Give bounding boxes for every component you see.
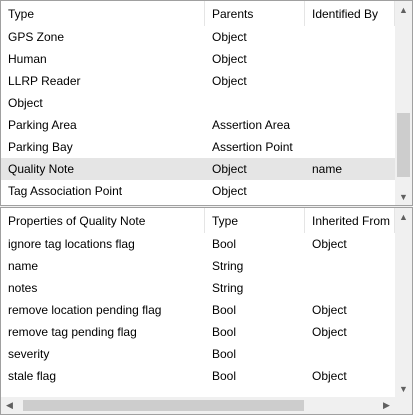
table-row[interactable]: Tag Association Point Object: [1, 180, 395, 202]
table-row[interactable]: remove tag pending flag Bool Object: [1, 321, 395, 343]
table-row[interactable]: Parking Area Assertion Area: [1, 114, 395, 136]
table-row[interactable]: severity Bool: [1, 343, 395, 365]
property-cell: severity: [8, 347, 50, 361]
table-row[interactable]: stale flag Bool Object: [1, 365, 395, 387]
column-header-type[interactable]: Type: [1, 1, 205, 26]
type-cell: String: [212, 281, 244, 295]
column-header-type[interactable]: Type: [205, 208, 305, 233]
identified-by-cell: [305, 92, 395, 114]
table-row[interactable]: ignore tag locations flag Bool Object: [1, 233, 395, 255]
type-cell: LLRP Reader: [8, 74, 81, 88]
types-scroll-thumb[interactable]: [397, 113, 410, 177]
properties-horizontal-scrollbar[interactable]: ◀ ▶: [1, 397, 395, 414]
inherited-from-cell: [305, 277, 395, 299]
types-vertical-scrollbar[interactable]: ▲ ▼: [395, 1, 412, 205]
column-header-identified-by[interactable]: Identified By: [305, 1, 395, 26]
types-table: Type Parents Identified By GPS Zone Objec…: [0, 0, 413, 206]
property-cell: remove location pending flag: [8, 303, 162, 317]
types-table-rows: GPS Zone Object Human Object LLRP Reader Obje…: [1, 26, 395, 202]
property-cell: stale flag: [8, 369, 57, 383]
column-header-inherited-from[interactable]: Inherited From: [305, 208, 395, 233]
property-cell: remove tag pending flag: [8, 325, 137, 339]
properties-vertical-scrollbar[interactable]: ▲ ▼: [395, 208, 412, 397]
type-cell: Bool: [212, 303, 237, 317]
properties-hscroll-thumb[interactable]: [23, 400, 304, 411]
property-cell: ignore tag locations flag: [8, 237, 135, 251]
column-header-properties[interactable]: Properties of Quality Note: [1, 208, 205, 233]
identified-by-cell: [305, 48, 395, 70]
properties-table-rows: ignore tag locations flag Bool Object name S…: [1, 233, 395, 387]
inherited-from-cell: Object: [312, 369, 347, 383]
parents-cell: Assertion Area: [212, 118, 291, 132]
type-cell: Bool: [212, 237, 237, 251]
inherited-from-cell: [305, 255, 395, 277]
scroll-up-icon[interactable]: ▲: [395, 208, 412, 225]
inherited-from-cell: [305, 343, 395, 365]
scrollbar-corner: [395, 397, 412, 414]
parents-cell: Object: [212, 74, 247, 88]
scroll-right-icon[interactable]: ▶: [378, 397, 395, 414]
type-cell: Bool: [212, 369, 237, 383]
type-cell: Tag Association Point: [8, 184, 123, 198]
scroll-up-icon[interactable]: ▲: [395, 1, 412, 18]
properties-table: Properties of Quality Note Type Inherite…: [0, 207, 413, 415]
column-header-parents[interactable]: Parents: [205, 1, 305, 26]
inherited-from-cell: Object: [312, 325, 347, 339]
property-cell: name: [8, 259, 39, 273]
type-cell: Quality Note: [8, 162, 75, 176]
property-cell: notes: [8, 281, 38, 295]
types-table-header: Type Parents Identified By: [1, 1, 395, 26]
table-row[interactable]: Parking Bay Assertion Point: [1, 136, 395, 158]
table-row[interactable]: Object: [1, 92, 395, 114]
parents-cell: Object: [212, 52, 247, 66]
table-row[interactable]: notes String: [1, 277, 395, 299]
inherited-from-cell: Object: [312, 237, 347, 251]
type-cell: Object: [8, 96, 43, 110]
scroll-down-icon[interactable]: ▼: [395, 188, 412, 205]
type-cell: Bool: [212, 325, 237, 339]
scroll-down-icon[interactable]: ▼: [395, 380, 412, 397]
table-row[interactable]: LLRP Reader Object: [1, 70, 395, 92]
identified-by-cell: [305, 70, 395, 92]
type-cell: Bool: [212, 347, 237, 361]
table-row[interactable]: GPS Zone Object: [1, 26, 395, 48]
parents-cell: [205, 92, 305, 114]
table-row[interactable]: name String: [1, 255, 395, 277]
type-cell: GPS Zone: [8, 30, 65, 44]
type-cell: String: [212, 259, 244, 273]
parents-cell: Object: [212, 162, 247, 176]
parents-cell: Object: [212, 184, 247, 198]
parents-cell: Assertion Point: [212, 140, 293, 154]
identified-by-cell: [305, 180, 395, 202]
table-row[interactable]: remove location pending flag Bool Object: [1, 299, 395, 321]
parents-cell: Object: [212, 30, 247, 44]
type-cell: Parking Area: [8, 118, 77, 132]
table-row[interactable]: Human Object: [1, 48, 395, 70]
identified-by-cell: [305, 136, 395, 158]
type-cell: Human: [8, 52, 47, 66]
inherited-from-cell: Object: [312, 303, 347, 317]
properties-table-header: Properties of Quality Note Type Inherite…: [1, 208, 395, 233]
identified-by-cell: name: [312, 162, 343, 176]
type-cell: Parking Bay: [8, 140, 73, 154]
table-row[interactable]: Quality Note Object name: [1, 158, 395, 180]
identified-by-cell: [305, 26, 395, 48]
scroll-left-icon[interactable]: ◀: [1, 397, 18, 414]
identified-by-cell: [305, 114, 395, 136]
